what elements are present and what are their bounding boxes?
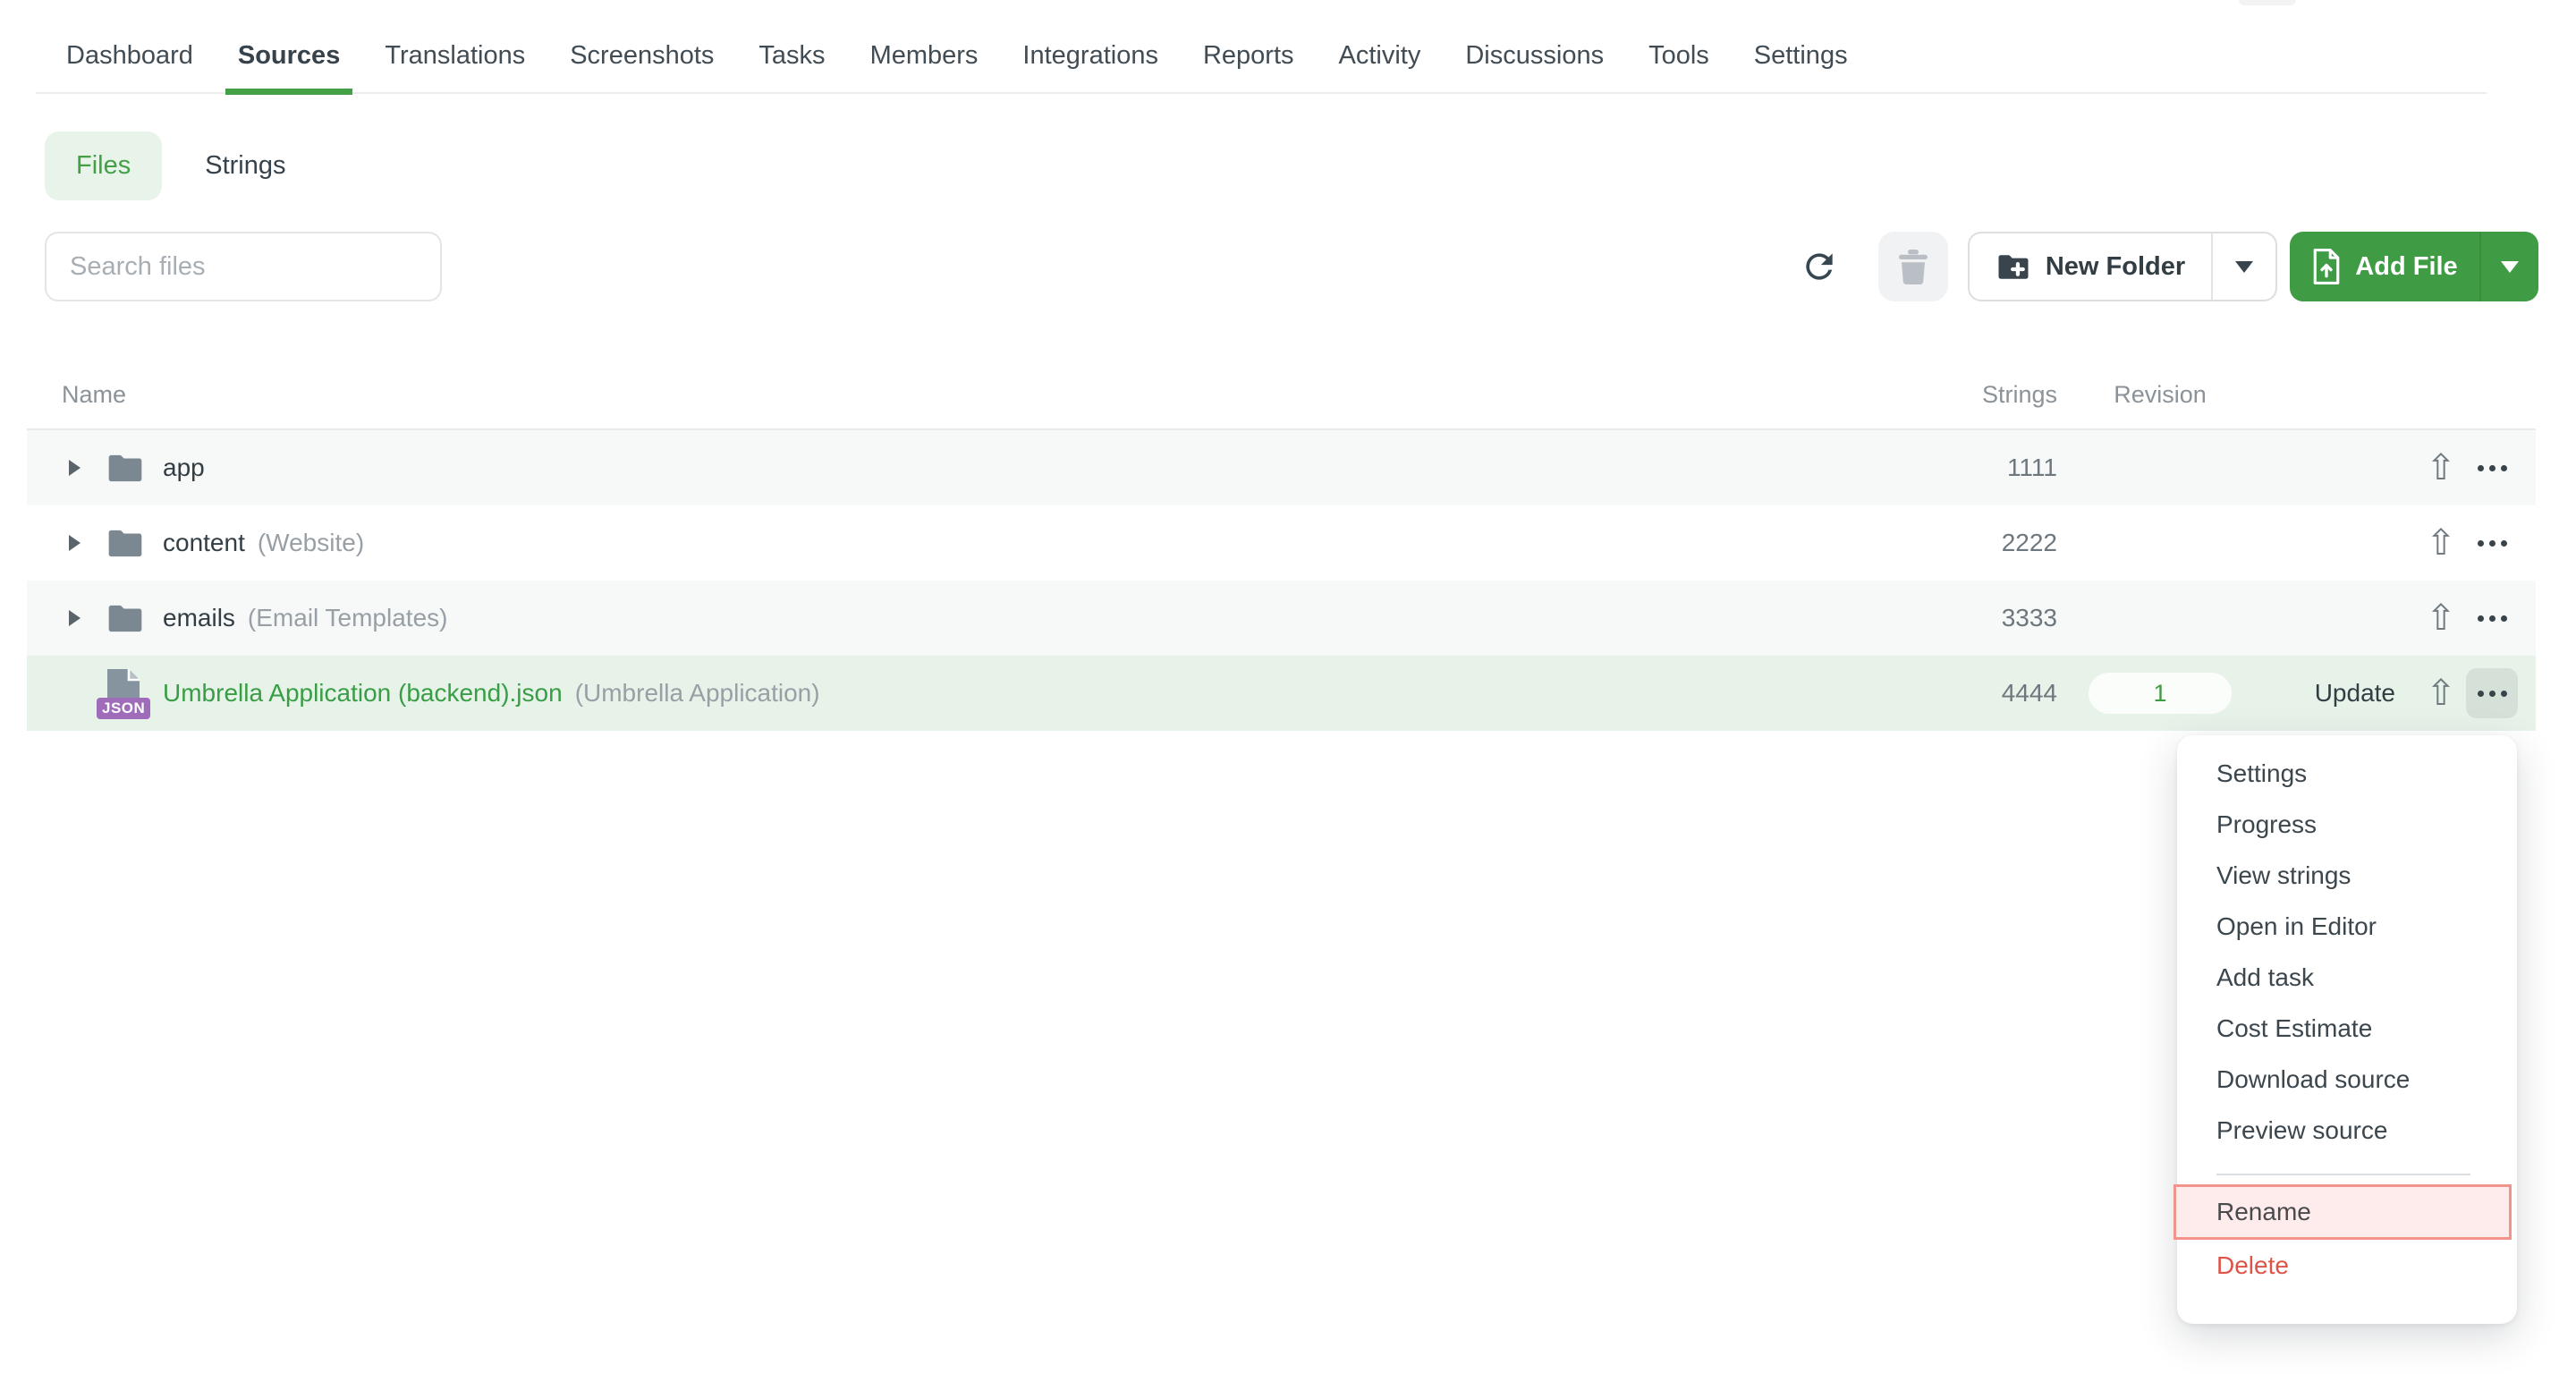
folder-icon bbox=[106, 602, 148, 635]
table-row-folder-emails[interactable]: emails (Email Templates) 3333 ⇧ bbox=[27, 581, 2536, 656]
file-note: (Umbrella Application) bbox=[575, 679, 820, 708]
add-file-icon bbox=[2311, 249, 2342, 284]
caret-right-icon bbox=[69, 535, 80, 551]
expand-toggle[interactable] bbox=[66, 535, 82, 551]
more-actions-button[interactable] bbox=[2466, 593, 2518, 643]
tab-files[interactable]: Files bbox=[45, 131, 162, 200]
nav-item-settings[interactable]: Settings bbox=[1754, 41, 1848, 71]
new-folder-label: New Folder bbox=[2046, 252, 2185, 282]
nav-item-activity[interactable]: Activity bbox=[1339, 41, 1421, 71]
folder-note: (Website) bbox=[258, 529, 364, 557]
project-nav: Dashboard Sources Translations Screensho… bbox=[36, 0, 2487, 94]
nav-item-reports[interactable]: Reports bbox=[1203, 41, 1294, 71]
caret-right-icon bbox=[69, 460, 80, 476]
table-row-folder-content[interactable]: content (Website) 2222 ⇧ bbox=[27, 505, 2536, 581]
folder-name[interactable]: content bbox=[163, 529, 245, 557]
upload-translations-icon[interactable]: ⇧ bbox=[2419, 525, 2462, 561]
add-file-button[interactable]: Add File bbox=[2290, 232, 2538, 301]
menu-item-cost-estimate[interactable]: Cost Estimate bbox=[2177, 1003, 2517, 1054]
nav-item-tasks[interactable]: Tasks bbox=[758, 41, 825, 71]
file-name-link[interactable]: Umbrella Application (backend).json bbox=[163, 679, 563, 708]
expand-toggle[interactable] bbox=[66, 460, 82, 476]
strings-count: 3333 bbox=[1860, 604, 2057, 632]
delete-selected-button[interactable] bbox=[1878, 232, 1948, 301]
menu-item-open-in-editor[interactable]: Open in Editor bbox=[2177, 901, 2517, 952]
search-input[interactable] bbox=[45, 232, 442, 301]
menu-item-delete[interactable]: Delete bbox=[2177, 1240, 2517, 1292]
refresh-icon bbox=[1800, 247, 1839, 286]
add-file-dropdown-toggle[interactable] bbox=[2479, 232, 2538, 301]
chevron-down-icon bbox=[2235, 261, 2253, 273]
revision-badge: 1 bbox=[2089, 673, 2232, 714]
column-header-name: Name bbox=[62, 381, 126, 409]
strings-count: 2222 bbox=[1860, 529, 2057, 557]
new-folder-dropdown-toggle[interactable] bbox=[2211, 233, 2275, 300]
nav-item-dashboard[interactable]: Dashboard bbox=[66, 41, 193, 71]
upload-translations-icon[interactable]: ⇧ bbox=[2419, 675, 2462, 711]
more-actions-icon bbox=[2478, 615, 2484, 622]
nav-item-translations[interactable]: Translations bbox=[385, 41, 525, 71]
refresh-button[interactable] bbox=[1791, 238, 1848, 295]
table-header: Name Strings Revision bbox=[27, 339, 2536, 430]
add-file-label: Add File bbox=[2355, 252, 2457, 282]
nav-item-screenshots[interactable]: Screenshots bbox=[570, 41, 714, 71]
add-file-main[interactable]: Add File bbox=[2290, 232, 2479, 301]
nav-item-sources[interactable]: Sources bbox=[238, 41, 340, 71]
new-folder-main[interactable]: New Folder bbox=[1970, 233, 2211, 300]
column-header-strings: Strings bbox=[1860, 381, 2057, 409]
new-folder-icon bbox=[1996, 252, 2031, 282]
expand-toggle[interactable] bbox=[66, 610, 82, 626]
trash-icon bbox=[1897, 249, 1929, 284]
file-type-badge: JSON bbox=[97, 698, 150, 719]
column-header-revision: Revision bbox=[2089, 381, 2232, 409]
json-file-icon: JSON bbox=[106, 669, 148, 717]
view-tabs: Files Strings bbox=[45, 131, 286, 200]
menu-item-add-task[interactable]: Add task bbox=[2177, 952, 2517, 1003]
file-context-menu: Settings Progress View strings Open in E… bbox=[2177, 735, 2517, 1324]
table-row-file-umbrella-application[interactable]: JSON Umbrella Application (backend).json… bbox=[27, 656, 2536, 731]
nav-item-tools[interactable]: Tools bbox=[1648, 41, 1709, 71]
nav-item-members[interactable]: Members bbox=[870, 41, 979, 71]
menu-item-preview-source[interactable]: Preview source bbox=[2177, 1105, 2517, 1156]
menu-divider bbox=[2216, 1174, 2470, 1175]
menu-item-download-source[interactable]: Download source bbox=[2177, 1054, 2517, 1105]
more-actions-button-open[interactable] bbox=[2466, 668, 2518, 718]
chevron-down-icon bbox=[2501, 261, 2519, 273]
caret-right-icon bbox=[69, 610, 80, 626]
files-table: Name Strings Revision app 1111 ⇧ content… bbox=[27, 339, 2536, 731]
menu-item-progress[interactable]: Progress bbox=[2177, 799, 2517, 850]
update-link[interactable]: Update bbox=[2315, 679, 2395, 708]
folder-name[interactable]: emails bbox=[163, 604, 235, 632]
strings-count: 4444 bbox=[1860, 679, 2057, 708]
folder-note: (Email Templates) bbox=[248, 604, 448, 632]
more-actions-icon bbox=[2478, 691, 2484, 697]
strings-count: 1111 bbox=[1860, 454, 2057, 482]
nav-item-integrations[interactable]: Integrations bbox=[1022, 41, 1158, 71]
new-folder-button[interactable]: New Folder bbox=[1968, 232, 2277, 301]
menu-item-settings[interactable]: Settings bbox=[2177, 748, 2517, 799]
menu-item-rename-highlighted[interactable]: Rename bbox=[2174, 1184, 2512, 1240]
folder-icon bbox=[106, 452, 148, 485]
menu-item-view-strings[interactable]: View strings bbox=[2177, 850, 2517, 901]
nav-item-discussions[interactable]: Discussions bbox=[1465, 41, 1604, 71]
files-toolbar: New Folder Add File bbox=[0, 232, 2576, 301]
more-actions-icon bbox=[2478, 540, 2484, 547]
table-row-folder-app[interactable]: app 1111 ⇧ bbox=[27, 430, 2536, 505]
folder-name[interactable]: app bbox=[163, 454, 205, 482]
more-actions-button[interactable] bbox=[2466, 443, 2518, 493]
more-actions-icon bbox=[2478, 465, 2484, 471]
upload-translations-icon[interactable]: ⇧ bbox=[2419, 450, 2462, 486]
upload-translations-icon[interactable]: ⇧ bbox=[2419, 600, 2462, 636]
more-actions-button[interactable] bbox=[2466, 518, 2518, 568]
folder-icon bbox=[106, 527, 148, 560]
tab-strings[interactable]: Strings bbox=[205, 151, 285, 181]
